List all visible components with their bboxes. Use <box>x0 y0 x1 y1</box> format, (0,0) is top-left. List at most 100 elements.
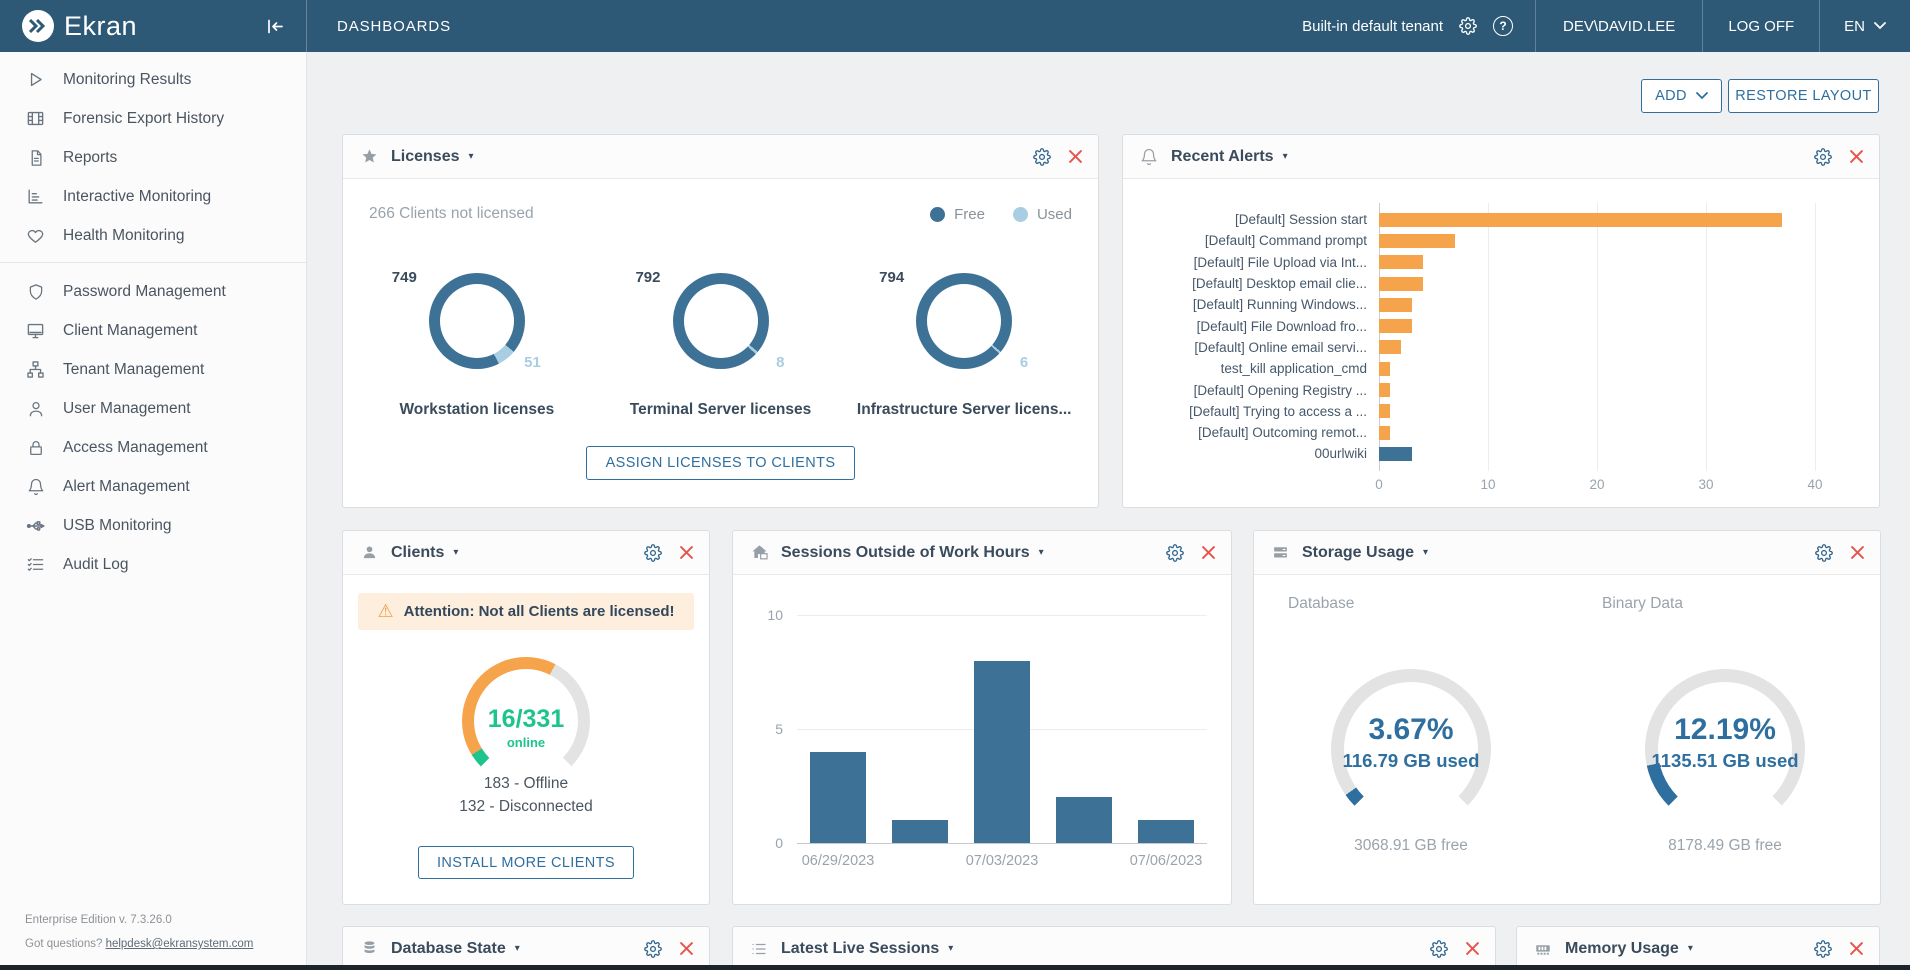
session-bar[interactable] <box>974 661 1030 843</box>
add-button[interactable]: ADD <box>1641 79 1722 113</box>
nav-dashboards[interactable]: DASHBOARDS <box>307 0 481 52</box>
bell-icon <box>1139 148 1159 166</box>
sidebar-management-group: Password ManagementClient ManagementTena… <box>0 270 306 584</box>
main-content: ADD RESTORE LAYOUT Licenses ▾ 266 Client… <box>308 52 1910 970</box>
sidebar-collapse-icon[interactable] <box>263 15 288 38</box>
language-selector[interactable]: EN <box>1820 0 1910 52</box>
logoff-button[interactable]: LOG OFF <box>1703 0 1819 52</box>
sidebar-item-monitoring-results[interactable]: Monitoring Results <box>0 60 306 99</box>
alert-bar[interactable] <box>1379 362 1390 376</box>
gear-icon[interactable] <box>644 940 662 958</box>
close-icon[interactable] <box>1850 942 1863 955</box>
alert-bar[interactable] <box>1379 277 1423 291</box>
bell-icon <box>25 478 46 496</box>
current-user[interactable]: DEV\DAVID.LEE <box>1536 0 1702 52</box>
sidebar-item-audit-log[interactable]: Audit Log <box>0 545 306 584</box>
tenant-label: Built-in default tenant <box>1302 18 1443 35</box>
gear-icon[interactable] <box>1815 544 1833 562</box>
widget-title[interactable]: Sessions Outside of Work Hours <box>781 544 1030 562</box>
chevron-down-icon[interactable]: ▾ <box>515 943 520 954</box>
alert-bar-track <box>1379 426 1815 440</box>
alert-bar[interactable] <box>1379 447 1412 461</box>
gear-icon[interactable] <box>1814 940 1832 958</box>
alert-bar[interactable] <box>1379 255 1423 269</box>
alert-bar-row: [Default] Opening Registry ... <box>1151 379 1815 400</box>
sidebar-item-user-management[interactable]: User Management <box>0 389 306 428</box>
close-icon[interactable] <box>1850 150 1863 163</box>
widget-title[interactable]: Memory Usage <box>1565 940 1679 958</box>
sessions-bar-chart: 051006/29/202307/03/202307/06/2023 <box>797 615 1207 844</box>
sidebar-item-tenant-management[interactable]: Tenant Management <box>0 350 306 389</box>
chevron-down-icon[interactable]: ▾ <box>468 151 473 162</box>
alert-bar[interactable] <box>1379 383 1390 397</box>
close-icon[interactable] <box>1202 546 1215 559</box>
alert-category-label: [Default] Trying to access a ... <box>1151 404 1379 419</box>
widget-title[interactable]: Storage Usage <box>1302 544 1414 562</box>
widget-title[interactable]: Database State <box>391 940 506 958</box>
widget-title[interactable]: Recent Alerts <box>1171 148 1274 166</box>
sidebar-item-label: Forensic Export History <box>63 110 224 128</box>
chevron-down-icon[interactable]: ▾ <box>948 943 953 954</box>
alert-category-label: [Default] Desktop email clie... <box>1151 276 1379 291</box>
sidebar-item-interactive-monitoring[interactable]: Interactive Monitoring <box>0 177 306 216</box>
document-icon <box>25 149 46 167</box>
alert-bar[interactable] <box>1379 213 1782 227</box>
sidebar-item-forensic-export-history[interactable]: Forensic Export History <box>0 99 306 138</box>
tenant-settings-gear-icon[interactable] <box>1459 17 1477 35</box>
alert-bar[interactable] <box>1379 298 1412 312</box>
chevron-down-icon[interactable]: ▾ <box>1688 943 1693 954</box>
sidebar-item-password-management[interactable]: Password Management <box>0 272 306 311</box>
session-bar[interactable] <box>810 752 866 843</box>
donut-hole <box>684 284 758 358</box>
gear-icon[interactable] <box>1814 148 1832 166</box>
close-icon[interactable] <box>1851 546 1864 559</box>
session-bar[interactable] <box>892 820 948 843</box>
shield-icon <box>25 283 46 301</box>
recent-alerts-chart: [Default] Session start[Default] Command… <box>1151 209 1815 495</box>
restore-layout-button[interactable]: RESTORE LAYOUT <box>1728 79 1879 113</box>
gear-icon[interactable] <box>1430 940 1448 958</box>
logo-section: Ekran <box>0 0 307 52</box>
sidebar-item-client-management[interactable]: Client Management <box>0 311 306 350</box>
alert-bar[interactable] <box>1379 319 1412 333</box>
alert-bar[interactable] <box>1379 426 1390 440</box>
sidebar-item-alert-management[interactable]: Alert Management <box>0 467 306 506</box>
alert-bar[interactable] <box>1379 234 1455 248</box>
helpdesk-email-link[interactable]: helpdesk@ekransystem.com <box>106 938 254 950</box>
sidebar-item-health-monitoring[interactable]: Health Monitoring <box>0 216 306 255</box>
session-bar[interactable] <box>1138 820 1194 843</box>
alert-bar[interactable] <box>1379 404 1390 418</box>
close-icon[interactable] <box>1069 150 1082 163</box>
chevron-down-icon[interactable]: ▾ <box>1283 151 1288 162</box>
widget-title[interactable]: Latest Live Sessions <box>781 940 939 958</box>
assign-licenses-button[interactable]: ASSIGN LICENSES TO CLIENTS <box>586 446 856 480</box>
widget-title[interactable]: Licenses <box>391 148 459 166</box>
chevron-down-icon[interactable]: ▾ <box>1423 547 1428 558</box>
chart-x-axis: 010203040 <box>1379 473 1815 495</box>
session-bar[interactable] <box>1056 797 1112 843</box>
sidebar-item-access-management[interactable]: Access Management <box>0 428 306 467</box>
gear-icon[interactable] <box>1166 544 1184 562</box>
widget-title[interactable]: Clients <box>391 544 444 562</box>
home-icon <box>749 543 769 562</box>
install-more-clients-button[interactable]: INSTALL MORE CLIENTS <box>418 846 634 879</box>
help-icon[interactable]: ? <box>1493 16 1513 36</box>
close-icon[interactable] <box>680 942 693 955</box>
helpdesk-line: Got questions? helpdesk@ekransystem.com <box>25 932 253 956</box>
sidebar-item-reports[interactable]: Reports <box>0 138 306 177</box>
database-percent: 3.67% <box>1296 713 1526 747</box>
client-status-counts: 183 - Offline 132 - Disconnected <box>343 772 709 818</box>
close-icon[interactable] <box>1466 942 1479 955</box>
legend-used: Used <box>1013 206 1072 223</box>
alert-bar[interactable] <box>1379 340 1401 354</box>
alert-bar-row: [Default] File Download fro... <box>1151 315 1815 336</box>
gear-icon[interactable] <box>644 544 662 562</box>
close-icon[interactable] <box>680 546 693 559</box>
sidebar: Monitoring Results Forensic Export Histor… <box>0 52 307 970</box>
sidebar-item-usb-monitoring[interactable]: USB Monitoring <box>0 506 306 545</box>
database-used: 116.79 GB used <box>1296 750 1526 772</box>
chevron-down-icon[interactable]: ▾ <box>1039 547 1044 558</box>
used-dot-icon <box>1013 207 1028 222</box>
chevron-down-icon[interactable]: ▾ <box>453 547 458 558</box>
gear-icon[interactable] <box>1033 148 1051 166</box>
